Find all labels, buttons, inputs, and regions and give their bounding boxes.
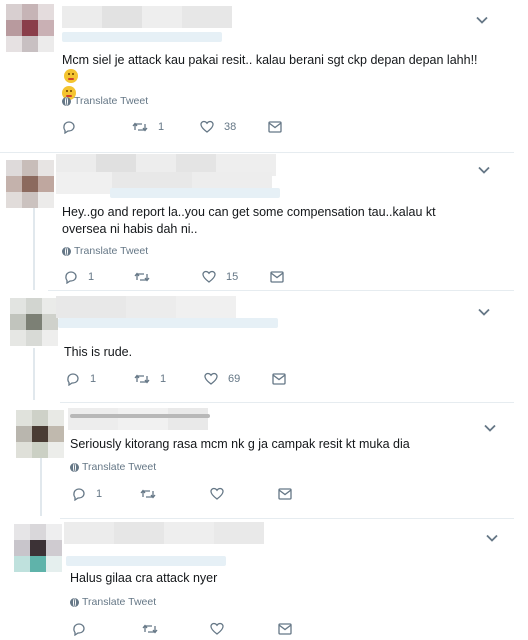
like-button[interactable]: 38: [200, 120, 236, 133]
retweet-button[interactable]: [140, 487, 166, 501]
redacted-handle: [110, 188, 280, 198]
retweet-icon: [134, 272, 150, 282]
envelope-icon: [272, 373, 286, 385]
tweet-1[interactable]: Mcm siel je attack kau pakai resit.. kal…: [0, 0, 528, 152]
retweet-icon: [140, 489, 156, 499]
tweet-4[interactable]: Seriously kitorang rasa mcm nk g ja camp…: [0, 402, 528, 518]
tweet-3[interactable]: This is rude. 1 1 69: [0, 290, 528, 402]
globe-icon: [70, 462, 79, 472]
avatar[interactable]: [14, 524, 62, 572]
avatar[interactable]: [10, 298, 58, 346]
redacted-handle: [70, 414, 210, 418]
globe-icon: [70, 597, 79, 607]
heart-icon: [200, 120, 214, 133]
translate-tweet-link[interactable]: Translate Tweet: [70, 461, 156, 473]
globe-icon: [62, 246, 71, 256]
tweet-text: This is rude.: [64, 345, 133, 359]
chevron-down-icon[interactable]: [476, 304, 492, 320]
reply-icon: [73, 623, 85, 636]
retweet-button[interactable]: [142, 622, 168, 636]
heart-icon: [202, 270, 216, 283]
chevron-down-icon[interactable]: [482, 420, 498, 436]
chevron-down-icon[interactable]: [476, 162, 492, 178]
tweet-text: Seriously kitorang rasa mcm nk g ja camp…: [70, 437, 410, 451]
avatar[interactable]: [6, 160, 54, 208]
translate-tweet-link[interactable]: Translate Tweet: [70, 596, 156, 608]
tweet-2[interactable]: Hey..go and report la..you can get some …: [0, 152, 528, 290]
reply-icon: [67, 373, 79, 386]
tweet-text: Halus gilaa cra attack nyer: [70, 571, 218, 585]
message-button[interactable]: [270, 271, 284, 283]
message-button[interactable]: [278, 623, 292, 635]
message-button[interactable]: [272, 373, 286, 385]
redacted-handle: [62, 32, 222, 42]
heart-icon: [210, 622, 224, 635]
reply-icon: [63, 121, 75, 134]
retweet-button[interactable]: [134, 270, 160, 284]
chevron-down-icon[interactable]: [474, 12, 490, 28]
retweet-button[interactable]: 1: [132, 120, 164, 134]
redacted-name: [68, 408, 208, 430]
redacted-name: [64, 522, 264, 544]
like-button[interactable]: 15: [202, 270, 238, 283]
chevron-down-icon[interactable]: [484, 530, 500, 546]
reply-icon: [73, 488, 85, 501]
like-button[interactable]: [210, 622, 234, 635]
retweet-button[interactable]: 1: [134, 372, 166, 386]
tweet-text: Hey..go and report la..you can get some …: [62, 205, 436, 236]
reply-button[interactable]: [72, 622, 96, 636]
translate-tweet-link[interactable]: Translate Tweet: [62, 95, 148, 107]
message-button[interactable]: [268, 121, 282, 133]
retweet-icon: [142, 624, 158, 634]
redacted-name: [62, 6, 232, 28]
avatar[interactable]: [6, 4, 54, 52]
reply-button[interactable]: [62, 120, 86, 134]
envelope-icon: [268, 121, 282, 133]
redacted-name: [56, 296, 236, 318]
translate-tweet-link[interactable]: Translate Tweet: [62, 245, 148, 257]
envelope-icon: [278, 623, 292, 635]
redacted-handle: [58, 318, 278, 328]
retweet-icon: [134, 374, 150, 384]
reply-icon: [65, 271, 77, 284]
globe-icon: [62, 96, 71, 106]
message-button[interactable]: [278, 488, 292, 500]
envelope-icon: [270, 271, 284, 283]
reply-button[interactable]: 1: [72, 487, 102, 501]
avatar[interactable]: [16, 410, 64, 458]
tweet-5[interactable]: Halus gilaa cra attack nyer Translate Tw…: [0, 518, 528, 640]
heart-icon: [210, 487, 224, 500]
like-button[interactable]: [210, 487, 234, 500]
retweet-icon: [132, 122, 148, 132]
like-button[interactable]: 69: [204, 372, 240, 385]
envelope-icon: [278, 488, 292, 500]
reply-button[interactable]: 1: [64, 270, 94, 284]
angry-face-emoji: [64, 69, 78, 83]
heart-icon: [204, 372, 218, 385]
reply-button[interactable]: 1: [66, 372, 96, 386]
redacted-handle: [66, 556, 226, 566]
